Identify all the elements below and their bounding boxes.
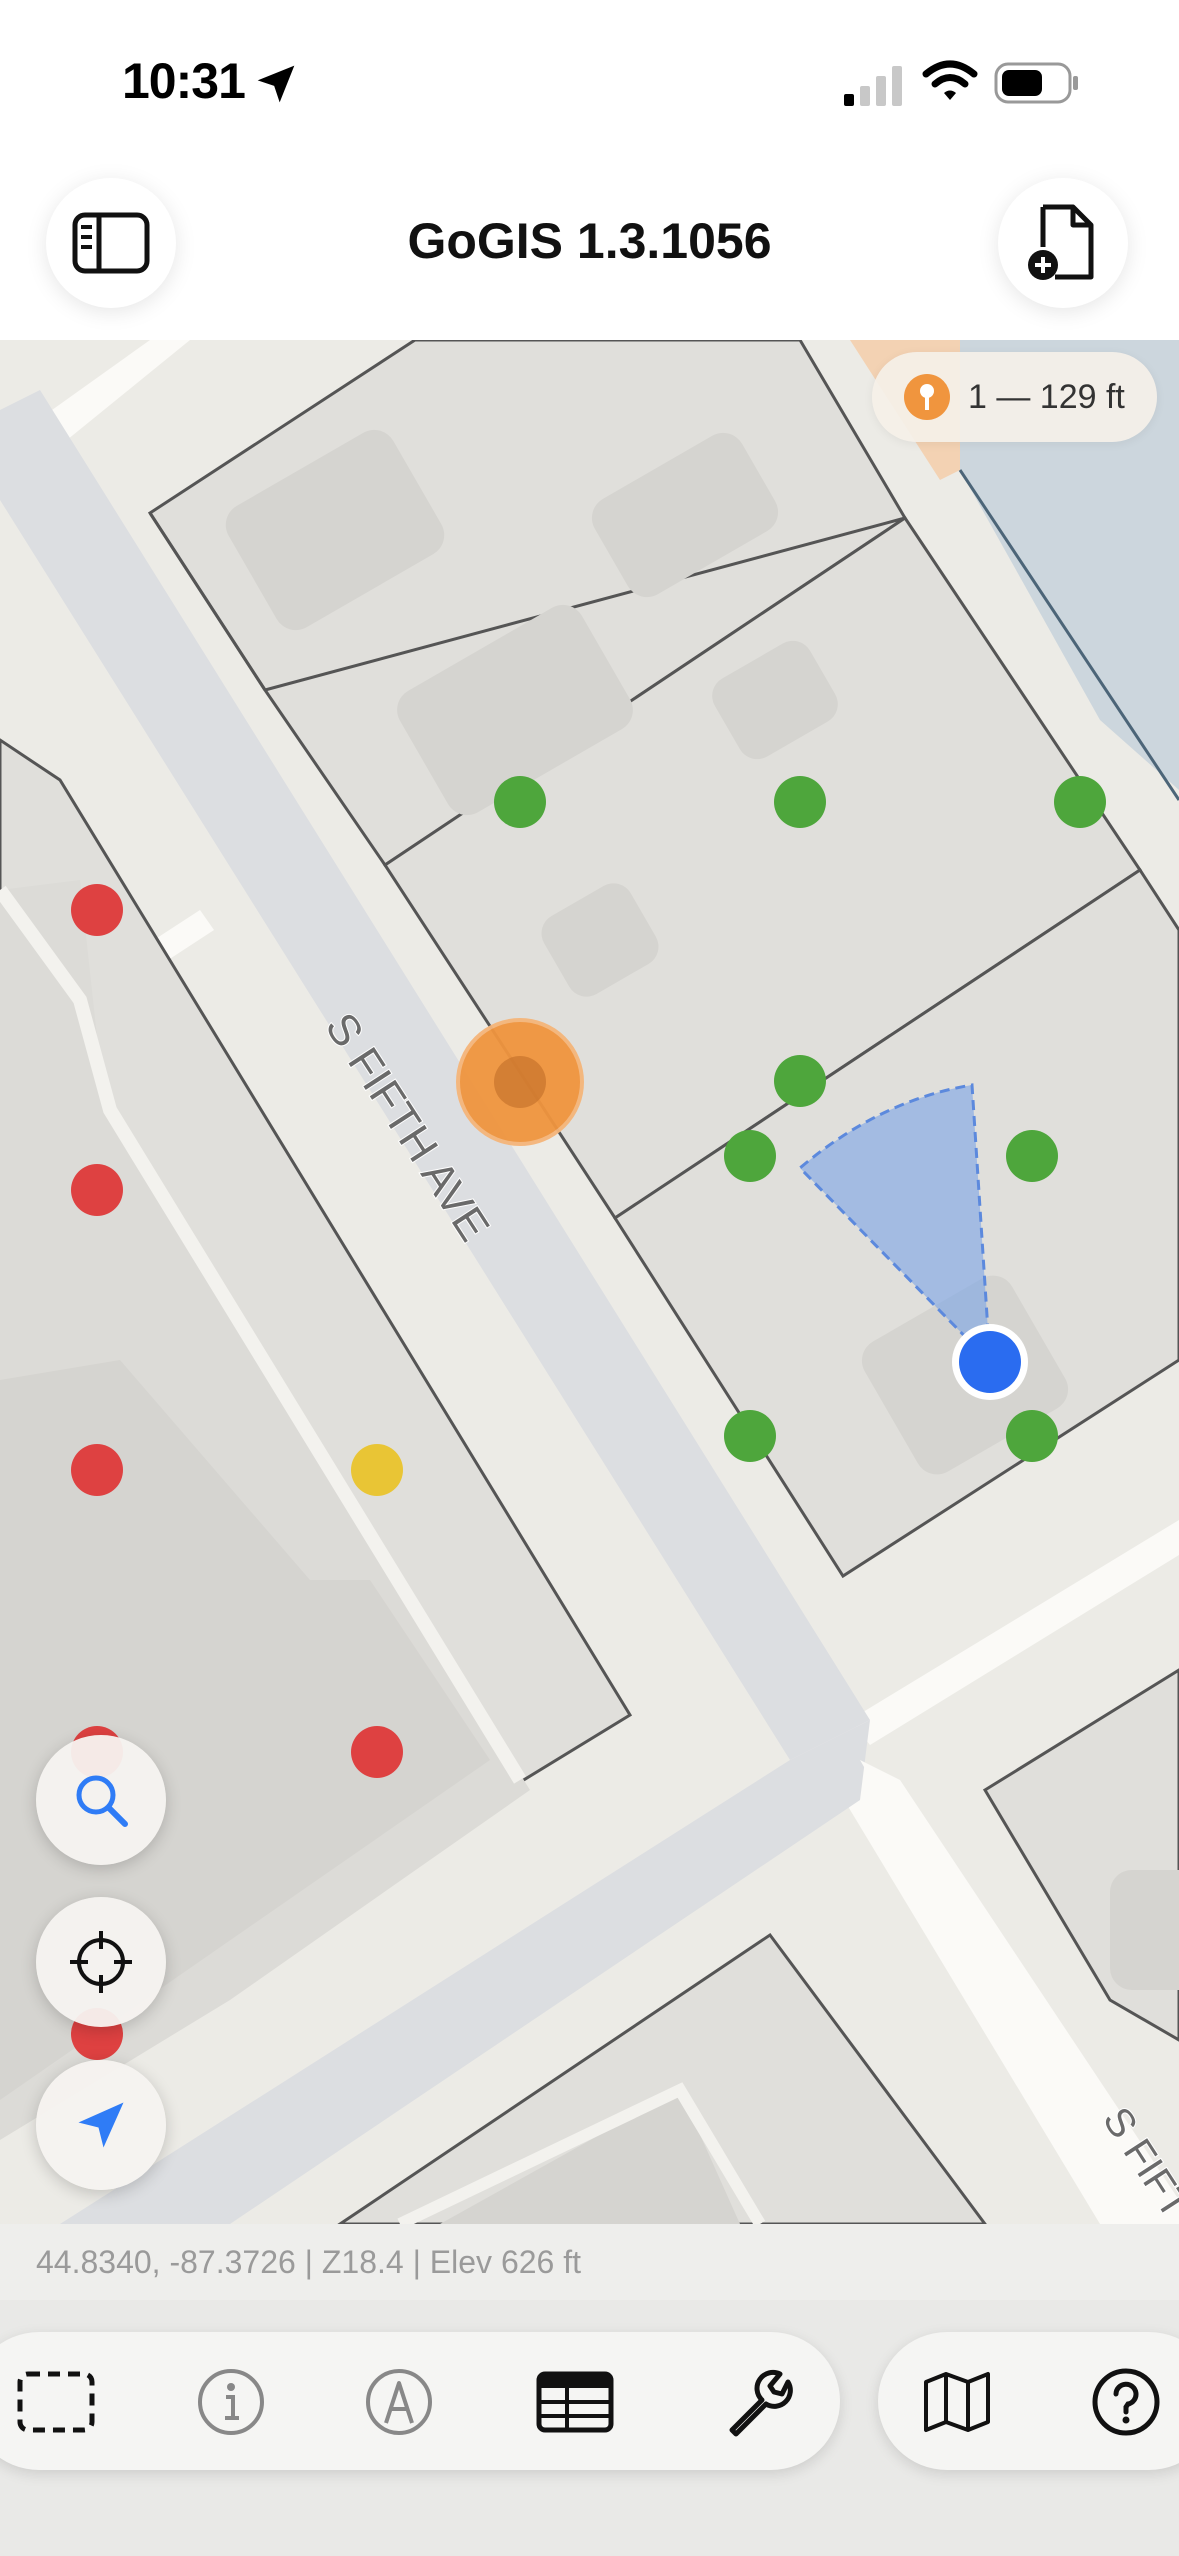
navigation-button[interactable] bbox=[36, 2060, 166, 2190]
location-arrow-icon bbox=[257, 65, 295, 103]
green-point[interactable] bbox=[724, 1410, 776, 1462]
table-tool-button[interactable] bbox=[533, 2360, 617, 2444]
green-point[interactable] bbox=[724, 1130, 776, 1182]
map-view[interactable]: S FIFTH AVE S FIFT bbox=[0, 340, 1179, 2224]
table-icon bbox=[536, 2371, 614, 2433]
status-bar: 10:31 bbox=[0, 0, 1179, 170]
search-button[interactable] bbox=[36, 1735, 166, 1865]
red-point[interactable] bbox=[71, 1444, 123, 1496]
green-point[interactable] bbox=[1006, 1130, 1058, 1182]
new-document-button[interactable] bbox=[998, 178, 1128, 308]
status-time: 10:31 bbox=[122, 53, 246, 109]
wifi-icon bbox=[922, 60, 978, 100]
scale-label: 1 — 129 ft bbox=[968, 377, 1125, 416]
navigation-arrow-icon bbox=[78, 2102, 124, 2148]
map-canvas[interactable]: S FIFTH AVE S FIFT bbox=[0, 340, 1179, 2224]
recenter-button[interactable] bbox=[36, 1897, 166, 2027]
coordinates-readout: 44.8340, -87.3726 | Z18.4 | Elev 626 ft bbox=[36, 2244, 581, 2280]
battery-icon bbox=[994, 62, 1078, 104]
help-icon bbox=[1092, 2368, 1160, 2436]
new-document-icon bbox=[1028, 204, 1094, 280]
selected-marker[interactable] bbox=[456, 1018, 584, 1146]
user-location-dot bbox=[959, 1331, 1021, 1393]
wrench-icon bbox=[729, 2369, 793, 2437]
cellular-signal-icon bbox=[844, 66, 902, 106]
crosshair-icon bbox=[70, 1931, 132, 1993]
red-point[interactable] bbox=[71, 884, 123, 936]
green-point[interactable] bbox=[1006, 1410, 1058, 1462]
select-rectangle-icon bbox=[17, 2371, 95, 2433]
help-button[interactable] bbox=[1084, 2360, 1168, 2444]
green-point[interactable] bbox=[494, 776, 546, 828]
draw-tool-button[interactable] bbox=[357, 2360, 441, 2444]
yellow-point[interactable] bbox=[351, 1444, 403, 1496]
green-point[interactable] bbox=[774, 776, 826, 828]
info-tool-button[interactable] bbox=[189, 2360, 273, 2444]
red-point[interactable] bbox=[351, 1726, 403, 1778]
green-point[interactable] bbox=[1054, 776, 1106, 828]
pin-icon bbox=[904, 374, 950, 420]
draw-icon bbox=[366, 2369, 432, 2435]
info-icon bbox=[198, 2369, 264, 2435]
scale-indicator[interactable]: 1 — 129 ft bbox=[872, 352, 1157, 442]
map-layers-button[interactable] bbox=[915, 2360, 999, 2444]
tools-button[interactable] bbox=[714, 2360, 798, 2444]
select-tool-button[interactable] bbox=[14, 2360, 98, 2444]
map-icon bbox=[924, 2372, 990, 2432]
green-point[interactable] bbox=[774, 1055, 826, 1107]
search-icon bbox=[76, 1775, 128, 1827]
red-point[interactable] bbox=[71, 1164, 123, 1216]
